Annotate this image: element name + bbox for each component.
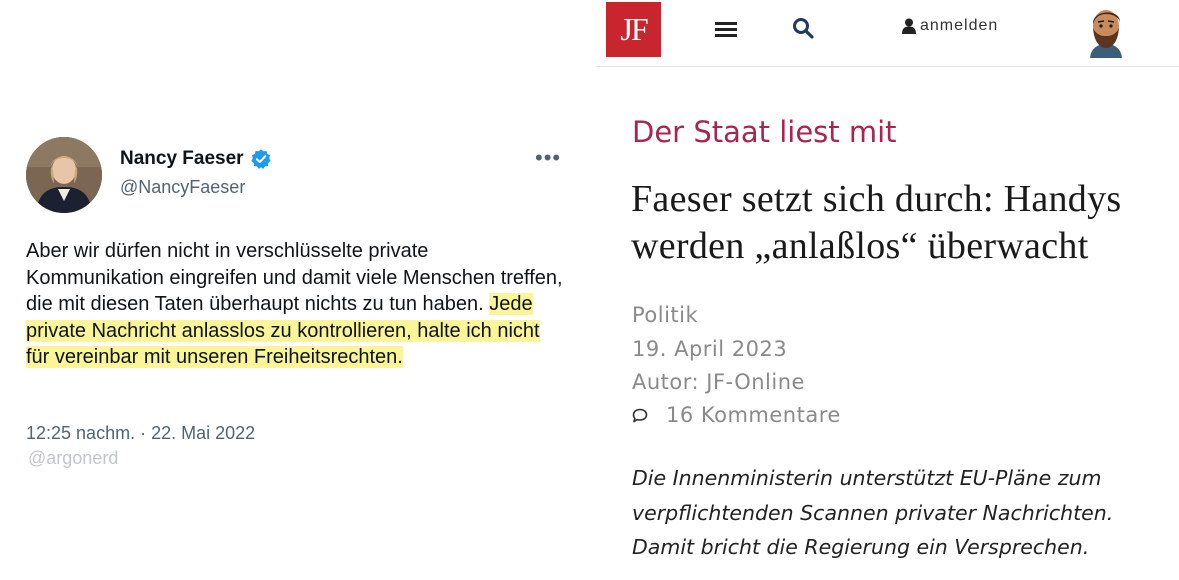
site-header: JF anmelden — [596, 0, 1179, 67]
more-options-icon[interactable]: ••• — [535, 147, 561, 169]
article-category[interactable]: Politik — [632, 303, 698, 327]
comments-link[interactable]: 16 Kommentare — [632, 403, 841, 427]
comment-icon — [632, 408, 648, 422]
article-kicker: Der Staat liest mit — [632, 115, 897, 149]
login-label: anmelden — [920, 17, 999, 34]
comments-count: 16 Kommentare — [666, 403, 841, 427]
menu-icon[interactable] — [715, 20, 737, 38]
author-name-text: Nancy Faeser — [120, 148, 244, 169]
tweet-card: Nancy Faeser @NancyFaeser ••• Aber wir d… — [0, 0, 596, 580]
author-avatar[interactable] — [26, 137, 102, 213]
tweet-text-plain: Aber wir dürfen nicht in verschlüsselte … — [26, 240, 563, 315]
verified-badge-icon — [250, 149, 271, 169]
search-icon[interactable] — [792, 17, 814, 39]
tweet-timestamp[interactable]: 12:25 nachm. · 22. Mai 2022 — [26, 423, 255, 444]
tweet-text: Aber wir dürfen nicht in verschlüsselte … — [26, 238, 566, 371]
article-panel: JF anmelden Der Staat liest mit Faeser s… — [596, 0, 1179, 580]
article-headline[interactable]: Faeser setzt sich durch: Handys werden „… — [631, 176, 1171, 270]
author-photo — [26, 137, 102, 213]
author-handle[interactable]: @NancyFaeser — [120, 177, 245, 198]
jf-logo[interactable]: JF — [606, 2, 661, 57]
user-icon — [902, 18, 916, 34]
article-date: 19. April 2023 — [632, 337, 788, 361]
watermark: @argonerd — [28, 448, 119, 468]
profile-avatar-icon[interactable] — [1084, 2, 1128, 58]
article-author[interactable]: Autor: JF-Online — [632, 370, 805, 394]
article-teaser: Die Innenministerin unterstützt EU-Pläne… — [632, 466, 1114, 559]
author-name[interactable]: Nancy Faeser — [120, 148, 272, 170]
login-link[interactable]: anmelden — [902, 17, 998, 35]
